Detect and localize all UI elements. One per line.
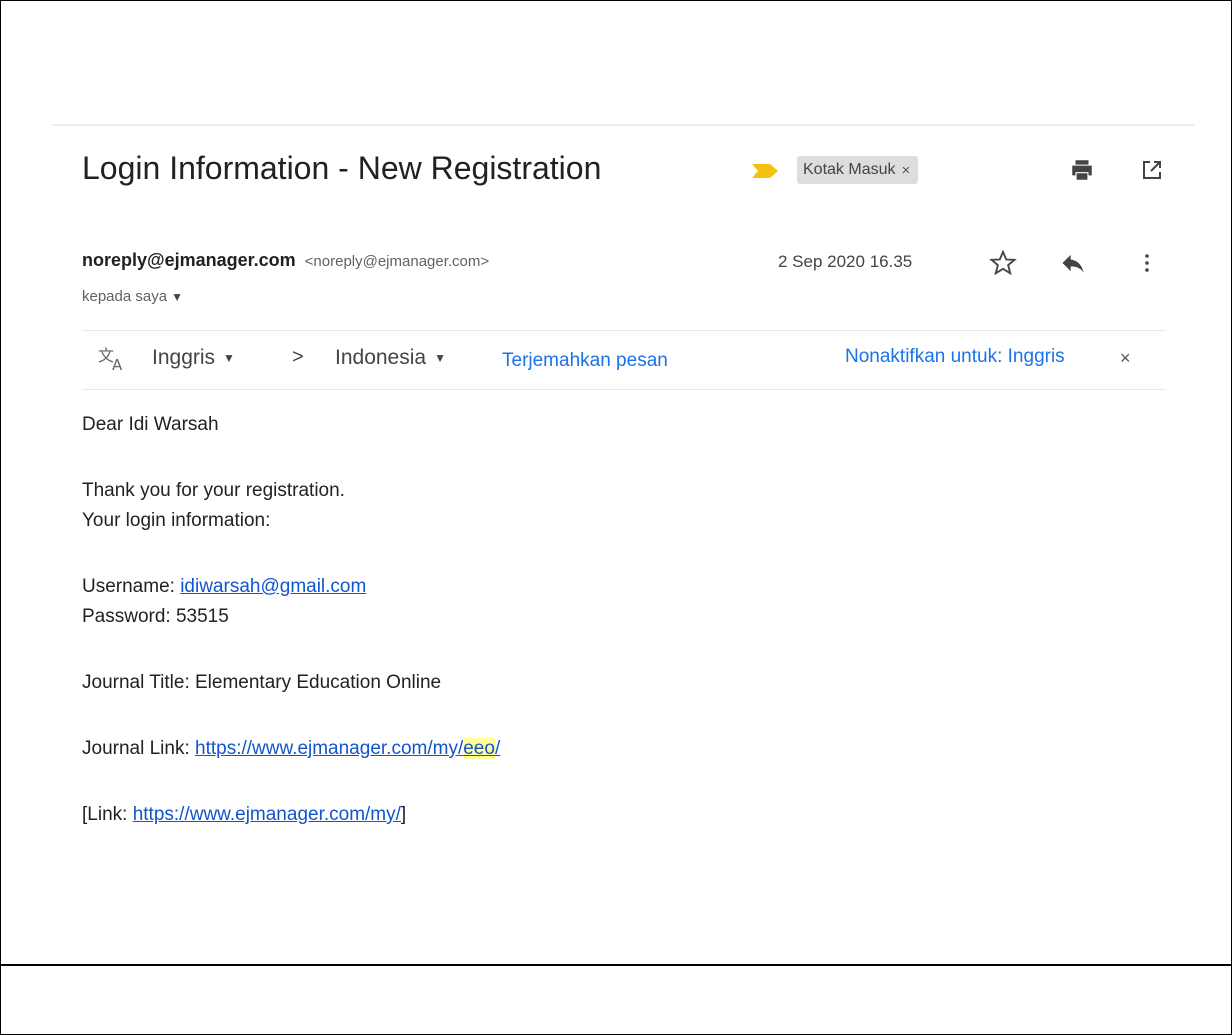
password-value: 53515 (175, 606, 229, 627)
journal-link-suffix: / (494, 738, 501, 759)
site-link-open: [Link: (82, 804, 133, 825)
disable-translation-link[interactable]: Nonaktifkan untuk: Inggris (845, 346, 1065, 368)
label-remove-icon[interactable]: × (901, 162, 910, 179)
close-translate-icon[interactable]: × (1120, 348, 1131, 369)
password-line: Password: 53515 (82, 602, 500, 632)
email-subject: Login Information - New Registration (82, 150, 602, 186)
site-link-line: [Link: https://www.ejmanager.com/my/] (82, 800, 500, 830)
site-link[interactable]: https://www.ejmanager.com/my/ (133, 804, 401, 825)
journal-title-line: Journal Title: Elementary Education Onli… (82, 668, 500, 698)
target-language-select[interactable]: Indonesia ▼ (335, 346, 446, 370)
greeting: Dear Idi Warsah (82, 414, 219, 435)
site-link-close: ] (400, 804, 407, 825)
username-line: Username: idiwarsah@gmail.com (82, 572, 500, 602)
translate-bar-divider (82, 389, 1166, 390)
email-body: Dear Idi Warsah Thank you for your regis… (82, 410, 500, 830)
sender-name[interactable]: noreply@ejmanager.com (82, 250, 296, 270)
source-language-label: Inggris (152, 346, 216, 369)
journal-link-highlight: eeo (463, 738, 495, 759)
chevron-down-icon: ▼ (171, 289, 183, 304)
translate-bar-divider (82, 330, 1166, 331)
recipient-text: kepada saya (82, 288, 168, 305)
journal-link[interactable]: https://www.ejmanager.com/my/eeo/ (195, 738, 500, 759)
print-icon[interactable] (1068, 156, 1096, 184)
open-in-new-window-icon[interactable] (1138, 156, 1166, 184)
thanks-line: Thank you for your registration. (82, 480, 345, 501)
translate-icon: 文 A (98, 344, 128, 374)
username-label: Username: (82, 576, 181, 597)
reply-icon[interactable] (1058, 248, 1088, 278)
source-language-select[interactable]: Inggris ▼ (152, 346, 235, 370)
email-date: 2 Sep 2020 16.35 (778, 252, 913, 271)
journal-title-label: Journal Title: (82, 672, 195, 693)
importance-marker-icon[interactable] (752, 164, 778, 178)
language-arrow: > (292, 346, 304, 368)
svg-text:A: A (112, 356, 123, 373)
translate-message-link[interactable]: Terjemahkan pesan (502, 350, 668, 372)
label-chip-text: Kotak Masuk (803, 161, 896, 178)
chevron-down-icon: ▼ (223, 351, 235, 365)
login-info-heading: Your login information: (82, 510, 271, 531)
target-language-label: Indonesia (335, 346, 427, 369)
journal-link-label: Journal Link: (82, 738, 196, 759)
journal-link-line: Journal Link: https://www.ejmanager.com/… (82, 734, 500, 764)
bottom-panel (0, 964, 1232, 1035)
sender-line: noreply@ejmanager.com <noreply@ejmanager… (82, 250, 489, 271)
label-chip-inbox[interactable]: Kotak Masuk × (797, 156, 919, 184)
journal-title-value: Elementary Education Online (195, 672, 442, 693)
username-link[interactable]: idiwarsah@gmail.com (180, 576, 366, 597)
sender-email: <noreply@ejmanager.com> (304, 253, 490, 270)
star-icon[interactable] (988, 248, 1018, 278)
chevron-down-icon: ▼ (434, 351, 446, 365)
journal-link-prefix: https://www.ejmanager.com/my/ (195, 738, 464, 759)
more-vertical-icon[interactable] (1132, 248, 1162, 278)
recipient-details-toggle[interactable]: kepada saya ▼ (82, 288, 183, 305)
password-label: Password: (82, 606, 176, 627)
top-divider (52, 124, 1194, 126)
